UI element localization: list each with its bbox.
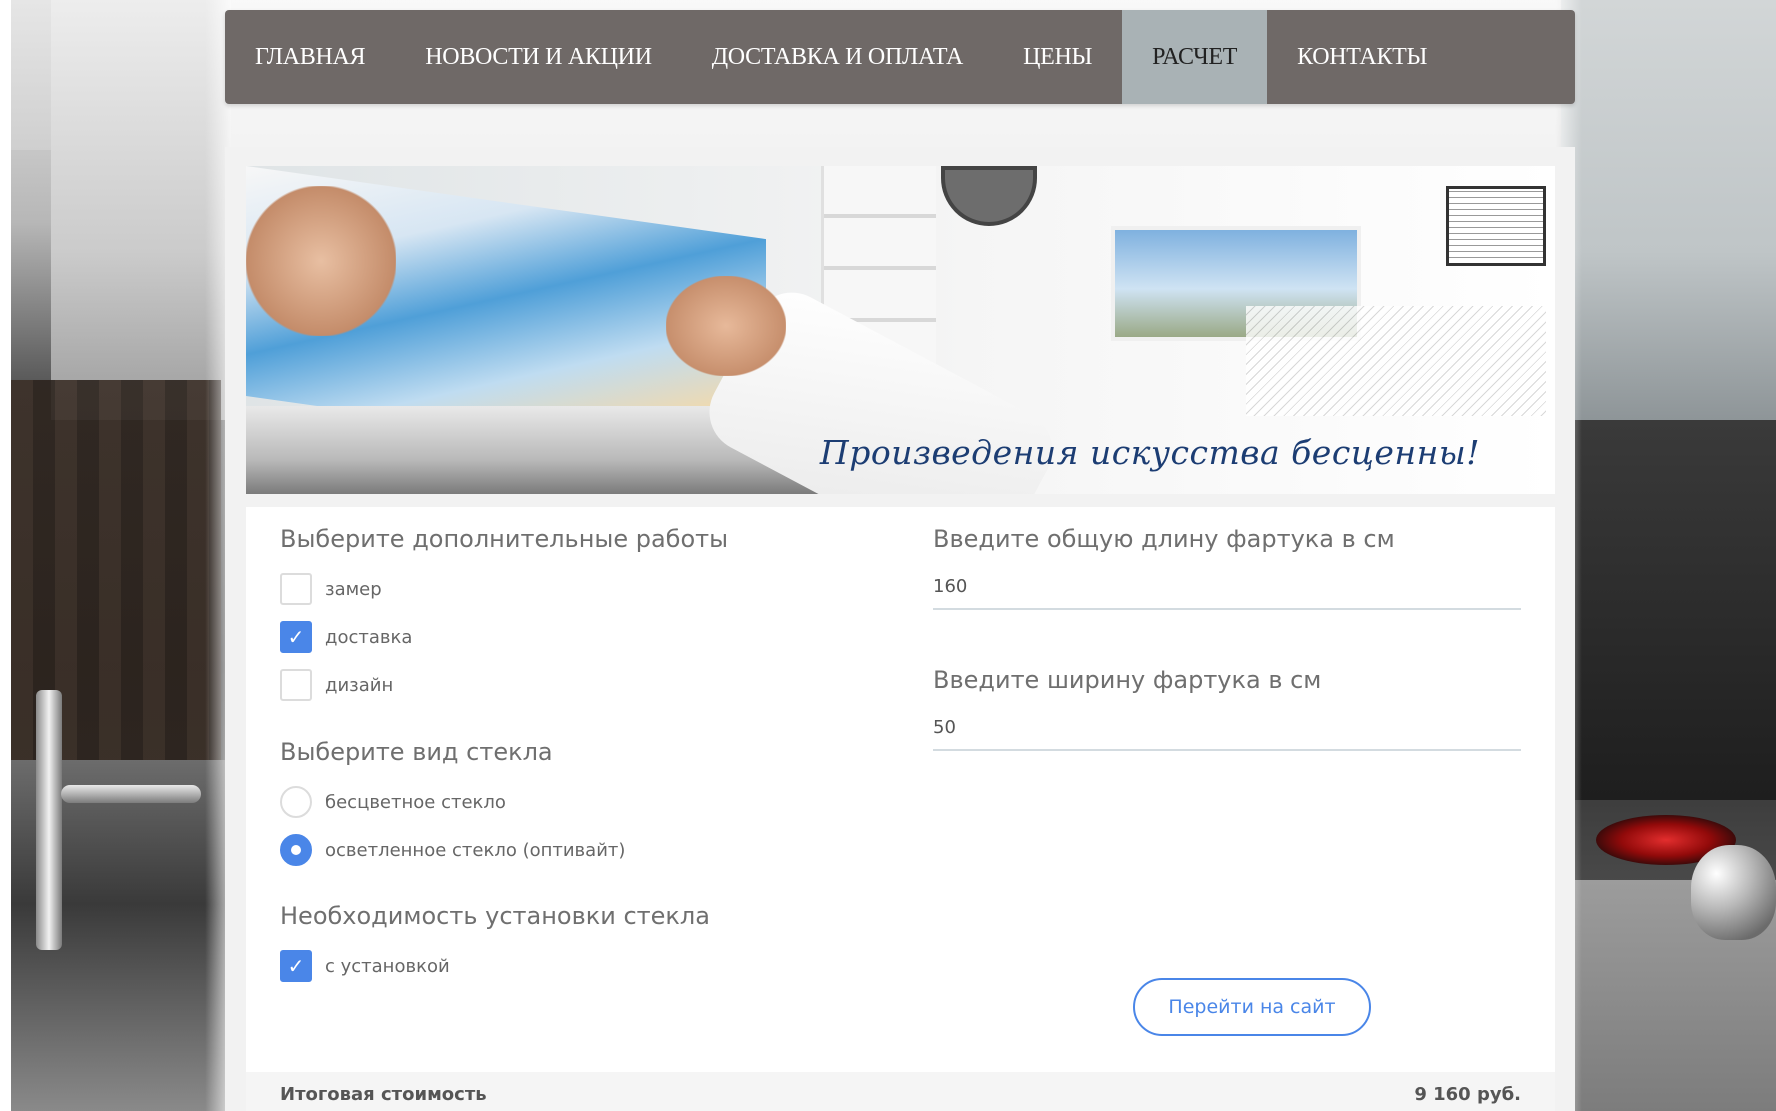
nav-item-home[interactable]: ГЛАВНАЯ [225,10,395,104]
banner-sketch [1246,306,1546,416]
width-title: Введите ширину фартука в см [933,666,1322,694]
check-icon: ✓ [287,625,305,649]
glass-title: Выберите вид стекла [280,738,553,766]
install-checkbox[interactable]: ✓ [280,950,312,982]
total-value: 9 160 руб. [1414,1084,1521,1105]
length-title: Введите общую длину фартука в см [933,525,1395,553]
design-label: дизайн [325,674,394,696]
nav-item-delivery[interactable]: ДОСТАВКА И ОПЛАТА [682,10,993,104]
glass-option-clear[interactable]: бесцветное стекло [280,786,506,818]
design-checkbox[interactable] [280,669,312,701]
total-label: Итоговая стоимость [280,1084,487,1105]
width-input[interactable] [933,707,1521,747]
width-field [933,707,1521,751]
measure-label: замер [325,578,382,600]
clear-glass-label: бесцветное стекло [325,791,506,813]
nav-item-calculation[interactable]: РАСЧЕТ [1122,10,1268,104]
length-input[interactable] [933,566,1521,606]
nav-item-prices[interactable]: ЦЕНЫ [993,10,1122,104]
extras-option-design[interactable]: дизайн [280,669,393,701]
banner-slogan: Произведения искусства бесценны! [819,433,1480,472]
delivery-label: доставка [325,626,413,648]
clock-image [941,166,1037,226]
install-option[interactable]: ✓ с установкой [280,950,450,982]
nav-item-contacts[interactable]: КОНТАКТЫ [1267,10,1457,104]
install-label: с установкой [325,955,450,977]
install-title: Необходимость установки стекла [280,902,710,930]
extras-title: Выберите дополнительные работы [280,525,729,553]
measure-checkbox[interactable] [280,573,312,605]
extras-option-delivery[interactable]: ✓ доставка [280,621,412,653]
banner-image: Произведения искусства бесценны! [246,166,1555,494]
optiwhite-glass-radio[interactable] [280,834,312,866]
calculator-card: Произведения искусства бесценны! Выберит… [225,147,1575,1111]
hand-image [246,186,396,336]
hand-pencil-image [666,276,786,376]
glass-option-optiwhite[interactable]: осветленное стекло (оптивайт) [280,834,625,866]
optiwhite-glass-label: осветленное стекло (оптивайт) [325,839,626,861]
clear-glass-radio[interactable] [280,786,312,818]
calculator-form: Выберите дополнительные работы замер ✓ д… [246,507,1555,1111]
total-bar: Итоговая стоимость 9 160 руб. [246,1072,1555,1111]
check-icon: ✓ [287,954,305,978]
nav-item-news[interactable]: НОВОСТИ И АКЦИИ [395,10,681,104]
length-field [933,566,1521,610]
go-to-site-button[interactable]: Перейти на сайт [1133,978,1371,1036]
extras-option-measure[interactable]: замер [280,573,382,605]
main-navigation: ГЛАВНАЯ НОВОСТИ И АКЦИИ ДОСТАВКА И ОПЛАТ… [225,10,1575,104]
radio-dot-icon [291,845,301,855]
banner-frame [1446,186,1546,266]
delivery-checkbox[interactable]: ✓ [280,621,312,653]
